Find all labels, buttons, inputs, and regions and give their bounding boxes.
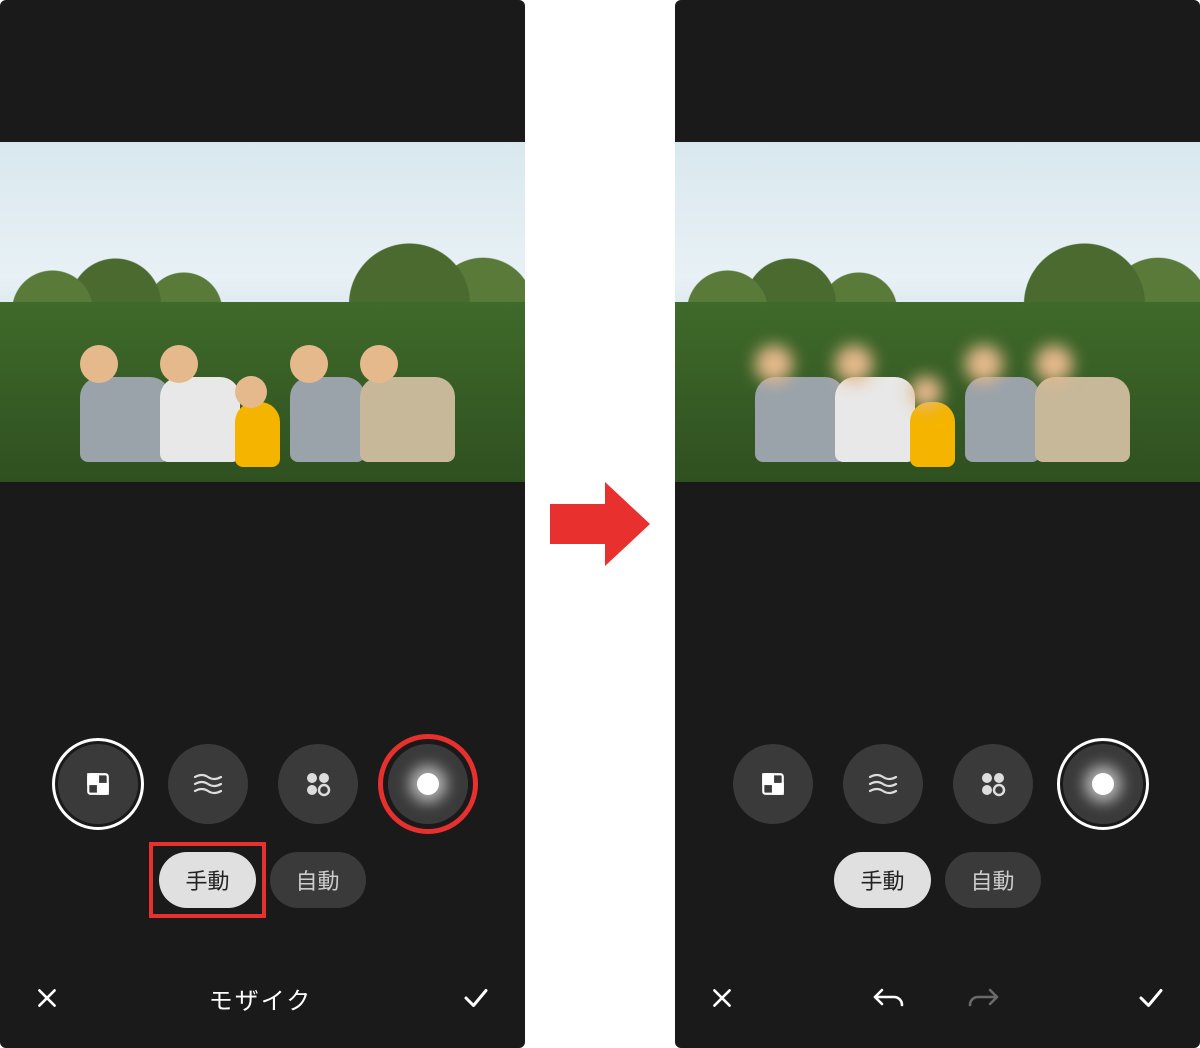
person-2 <box>160 345 240 462</box>
confirm-button[interactable] <box>461 983 491 1013</box>
cancel-button[interactable] <box>34 985 60 1011</box>
cancel-button[interactable] <box>709 985 735 1011</box>
pixel-icon <box>85 771 111 797</box>
tool-title: モザイク <box>60 981 461 1016</box>
bottom-bar: モザイク <box>0 968 525 1028</box>
style-bubble-button[interactable] <box>953 744 1033 824</box>
bubble-icon <box>304 770 332 798</box>
mode-row: 手動 自動 <box>675 852 1200 908</box>
mosaic-style-row <box>675 744 1200 824</box>
person-4 <box>290 345 365 462</box>
close-icon <box>34 985 60 1011</box>
pixel-icon <box>760 771 786 797</box>
phone-screen-after: 手動 自動 <box>675 0 1200 1048</box>
wave-icon <box>868 773 898 795</box>
person-3 <box>235 376 280 467</box>
redo-icon <box>966 986 1000 1010</box>
style-blur-button[interactable] <box>388 744 468 824</box>
style-blur-button[interactable] <box>1063 744 1143 824</box>
mode-auto-button[interactable]: 自動 <box>945 852 1041 908</box>
person-3 <box>910 376 955 467</box>
blur-dot-icon <box>417 773 439 795</box>
bubble-icon <box>979 770 1007 798</box>
mode-manual-button[interactable]: 手動 <box>159 852 255 908</box>
check-icon <box>1136 983 1166 1013</box>
controls-panel: 手動 自動 モザイク <box>0 482 525 1048</box>
person-5 <box>1035 345 1130 462</box>
person-2 <box>835 345 915 462</box>
style-wave-button[interactable] <box>168 744 248 824</box>
bottom-bar <box>675 968 1200 1028</box>
phone-screen-before: 手動 自動 モザイク <box>0 0 525 1048</box>
confirm-button[interactable] <box>1136 983 1166 1013</box>
person-4 <box>965 345 1040 462</box>
photo-preview[interactable] <box>0 142 525 482</box>
wave-icon <box>193 773 223 795</box>
arrow-icon <box>545 474 655 574</box>
person-5 <box>360 345 455 462</box>
style-bubble-button[interactable] <box>278 744 358 824</box>
style-wave-button[interactable] <box>843 744 923 824</box>
mode-row: 手動 自動 <box>0 852 525 908</box>
person-1 <box>80 345 170 462</box>
undo-redo-group <box>735 986 1136 1010</box>
person-1 <box>755 345 845 462</box>
undo-button[interactable] <box>872 986 906 1010</box>
style-pixel-button[interactable] <box>58 744 138 824</box>
undo-icon <box>872 986 906 1010</box>
blur-dot-icon <box>1092 773 1114 795</box>
mode-auto-button[interactable]: 自動 <box>270 852 366 908</box>
check-icon <box>461 983 491 1013</box>
redo-button[interactable] <box>966 986 1000 1010</box>
controls-panel: 手動 自動 <box>675 482 1200 1048</box>
photo-preview[interactable] <box>675 142 1200 482</box>
mosaic-style-row <box>0 744 525 824</box>
close-icon <box>709 985 735 1011</box>
style-pixel-button[interactable] <box>733 744 813 824</box>
mode-manual-button[interactable]: 手動 <box>834 852 930 908</box>
